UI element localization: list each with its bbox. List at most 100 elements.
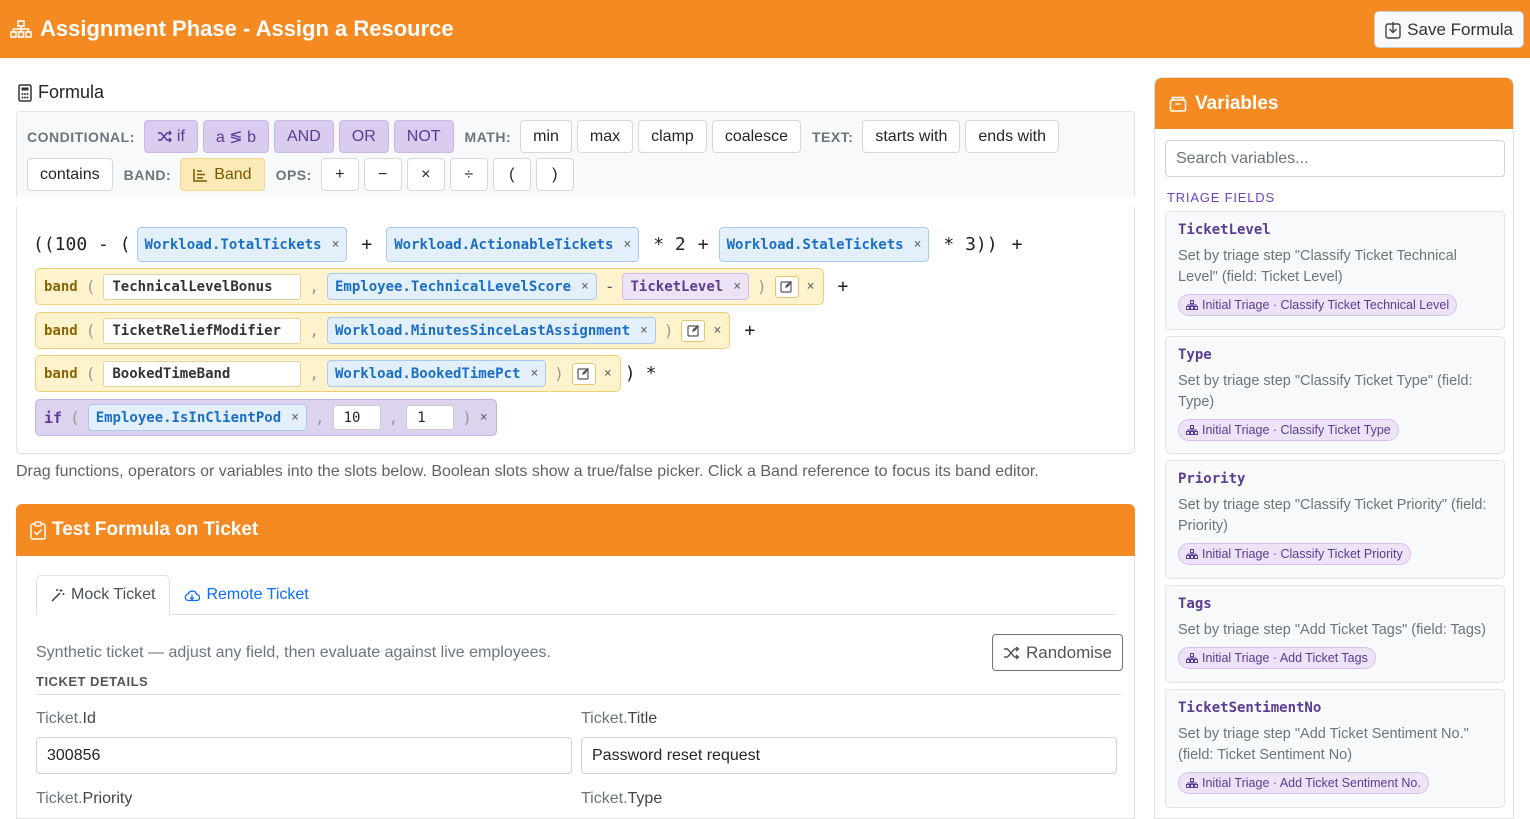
lparen-button[interactable]: ( [492, 158, 531, 191]
var-chip-stale-tickets[interactable]: Workload.StaleTickets × [718, 227, 930, 262]
paren-close: ) [462, 408, 472, 427]
synthetic-ticket-text: Synthetic ticket — adjust any field, the… [36, 644, 551, 661]
variable-source-label: Initial Triage · Classify Ticket Priorit… [1202, 547, 1403, 561]
var-chip-label: Workload.MinutesSinceLastAssignment [335, 322, 631, 339]
ticket-id-input[interactable]: 300856 [36, 737, 572, 774]
formula-line-5: if ( Employee.IsInClientPod × , 10 , 1 ) … [35, 399, 497, 436]
triage-fields-label: TRIAGE FIELDS [1167, 190, 1275, 205]
field-name: Id [82, 710, 96, 727]
band-block-booked-time-band[interactable]: band ( BookedTimeBand , Workload.BookedT… [35, 355, 621, 392]
band-name-slot[interactable]: TechnicalLevelBonus [103, 273, 302, 300]
max-button[interactable]: max [576, 120, 634, 153]
variable-description: Set by triage step "Add Ticket Sentiment… [1178, 726, 1469, 763]
divide-button[interactable]: ÷ [449, 158, 488, 191]
var-chip-ticket-level[interactable]: TicketLevel × [622, 273, 750, 300]
minus-button[interactable]: − [363, 158, 402, 191]
save-formula-label: Save Formula [1407, 19, 1513, 39]
variable-search-input[interactable]: Search variables... [1165, 140, 1505, 177]
var-chip-is-in-client-pod[interactable]: Employee.IsInClientPod × [87, 404, 307, 431]
if-false-value-input[interactable]: 1 [406, 405, 455, 430]
edit-band-button[interactable] [681, 319, 706, 342]
plus-operator: + [744, 320, 756, 341]
if-button-label: if [176, 127, 185, 145]
min-button[interactable]: min [520, 120, 572, 153]
remove-icon[interactable]: × [332, 237, 340, 252]
variable-card-type[interactable]: Type Set by triage step "Classify Ticket… [1165, 336, 1505, 454]
not-button[interactable]: NOT [393, 120, 454, 153]
remove-icon[interactable]: × [581, 279, 589, 294]
clipboard-icon [30, 520, 46, 540]
paren-open: ( [85, 364, 96, 383]
remove-icon[interactable]: × [914, 237, 922, 252]
variable-name: TicketLevel [1178, 222, 1271, 238]
if-button[interactable]: if [143, 120, 198, 153]
wand-icon [51, 589, 65, 602]
remove-band-icon[interactable]: × [604, 366, 612, 381]
variable-card-ticket-sentiment-no[interactable]: TicketSentimentNo Set by triage step "Ad… [1165, 689, 1505, 808]
if-block-client-pod[interactable]: if ( Employee.IsInClientPod × , 10 , 1 ) … [35, 399, 497, 436]
variable-card-ticket-level[interactable]: TicketLevel Set by triage step "Classify… [1165, 211, 1505, 330]
variable-card-priority[interactable]: Priority Set by triage step "Classify Ti… [1165, 460, 1505, 579]
times-button[interactable]: × [406, 158, 445, 191]
variable-source-tag: Initial Triage · Add Ticket Tags [1178, 647, 1376, 669]
variable-source-tag: Initial Triage · Classify Ticket Type [1178, 419, 1399, 441]
remove-band-icon[interactable]: × [807, 279, 815, 294]
band-block-ticket-relief-modifier[interactable]: band ( TicketReliefModifier , Workload.M… [35, 312, 731, 349]
ticket-type-label: Ticket.Type [581, 790, 662, 808]
ticket-priority-label: Ticket.Priority [36, 790, 132, 808]
remove-band-icon[interactable]: × [713, 323, 721, 338]
ops-label: OPS: [275, 166, 312, 183]
clamp-button[interactable]: clamp [638, 120, 707, 153]
variable-description: Set by triage step "Classify Ticket Tech… [1178, 248, 1457, 285]
field-name: Title [627, 710, 658, 727]
remove-icon[interactable]: × [291, 410, 299, 425]
expr-open: ((100 - ( [33, 234, 131, 255]
var-chip-technical-level-score[interactable]: Employee.TechnicalLevelScore × [327, 273, 597, 300]
band-block-technical-level-bonus[interactable]: band ( TechnicalLevelBonus , Employee.Te… [35, 268, 824, 305]
if-true-value-input[interactable]: 10 [332, 405, 381, 430]
compare-button[interactable]: a ≶ b [202, 120, 269, 153]
and-button[interactable]: AND [273, 120, 334, 153]
save-formula-button[interactable]: Save Formula [1374, 11, 1524, 48]
plus-operator: + [837, 276, 849, 297]
formula-line-2: band ( TechnicalLevelBonus , Employee.Te… [35, 268, 854, 305]
variable-source-label: Initial Triage · Classify Ticket Technic… [1202, 298, 1450, 312]
band-name-slot[interactable]: BookedTimeBand [103, 360, 302, 387]
coalesce-button[interactable]: coalesce [711, 120, 801, 153]
remove-if-icon[interactable]: × [480, 410, 488, 425]
variable-card-tags[interactable]: Tags Set by triage step "Add Ticket Tags… [1165, 585, 1505, 683]
rparen-button[interactable]: ) [535, 158, 574, 191]
ends-with-button[interactable]: ends with [965, 120, 1059, 153]
plus-button[interactable]: + [320, 158, 359, 191]
var-chip-booked-time-pct[interactable]: Workload.BookedTimePct × [327, 360, 547, 387]
tab-remote-ticket[interactable]: Remote Ticket [170, 575, 322, 615]
remove-icon[interactable]: × [530, 366, 538, 381]
tab-remote-ticket-label: Remote Ticket [206, 586, 309, 603]
or-button[interactable]: OR [338, 120, 389, 153]
formula-line-1: ((100 - ( Workload.TotalTickets × + Workl… [31, 227, 1028, 262]
tab-mock-ticket-label: Mock Ticket [71, 586, 156, 603]
band-name-slot[interactable]: TicketReliefModifier [103, 317, 302, 344]
band-button[interactable]: Band [180, 158, 265, 191]
times-operator: * [645, 363, 657, 384]
edit-band-button[interactable] [571, 362, 596, 385]
sitemap-icon [1186, 653, 1198, 663]
paren-close: ) [757, 277, 767, 296]
tab-mock-ticket[interactable]: Mock Ticket [36, 575, 171, 615]
formula-editor[interactable]: ((100 - ( Workload.TotalTickets × + Workl… [16, 207, 1135, 454]
remove-icon[interactable]: × [640, 323, 648, 338]
variables-header: Variables [1155, 78, 1513, 129]
edit-band-button[interactable] [774, 275, 799, 298]
randomise-button[interactable]: Randomise [992, 634, 1123, 671]
ticket-title-input[interactable]: Password reset request [581, 737, 1117, 774]
entity-prefix: Ticket. [36, 710, 83, 727]
var-chip-actionable-tickets[interactable]: Workload.ActionableTickets × [386, 227, 640, 262]
var-chip-minutes-since-last-assignment[interactable]: Workload.MinutesSinceLastAssignment × [327, 317, 656, 344]
var-chip-total-tickets[interactable]: Workload.TotalTickets × [136, 227, 348, 262]
paren-open: ( [85, 321, 96, 340]
variable-name: Priority [1178, 471, 1246, 487]
contains-button[interactable]: contains [27, 158, 113, 191]
remove-icon[interactable]: × [623, 237, 631, 252]
remove-icon[interactable]: × [733, 279, 741, 294]
starts-with-button[interactable]: starts with [862, 120, 961, 153]
